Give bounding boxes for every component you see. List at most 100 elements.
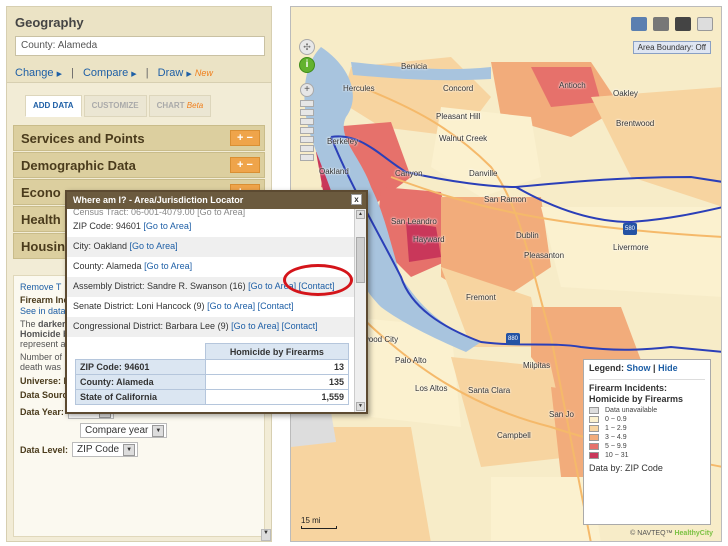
mail-icon[interactable]	[697, 17, 713, 31]
compare-year-row: Compare year ▼	[76, 423, 258, 438]
copyright-text: © NAVTEQ™	[630, 530, 673, 537]
place-label: Danville	[469, 169, 498, 178]
zip-region	[291, 412, 336, 447]
separator: |	[71, 67, 74, 79]
tab-customize[interactable]: CUSTOMIZE	[83, 95, 147, 117]
tab-label: CHART	[156, 101, 185, 110]
list-item: Census Tract: 06-001-4079.00 [Go to Area…	[73, 209, 246, 217]
place-label: Benicia	[401, 62, 428, 71]
place-label: Santa Clara	[468, 386, 511, 395]
interstate-shield-icon: 580	[623, 223, 637, 235]
table-row: County: Alameda 135	[75, 374, 350, 390]
data-year-label: Data Year:	[20, 406, 64, 417]
share-icon[interactable]	[631, 17, 647, 31]
zoom-level-step[interactable]	[300, 127, 314, 134]
separator: |	[653, 363, 656, 373]
tab-add-data[interactable]: ADD DATA	[25, 95, 82, 117]
zoom-level-step[interactable]	[300, 154, 314, 161]
zoom-level-step[interactable]	[300, 118, 314, 125]
go-to-area-link[interactable]: [Go to Area]	[130, 241, 178, 251]
draw-label: Draw	[157, 67, 184, 79]
place-label: Canyon	[395, 169, 423, 178]
place-label: Hayward	[413, 235, 445, 244]
draw-link[interactable]: Draw ▶ New	[158, 67, 213, 79]
jurisdiction-text: Senate District: Loni Hancock (9)	[73, 301, 205, 311]
jurisdiction-text: City: Oakland	[73, 241, 128, 251]
triangle-right-icon: ▶	[186, 71, 192, 78]
table-row: State of California 1,559	[75, 389, 350, 405]
place-label: wood City	[363, 335, 399, 344]
zoom-level-step[interactable]	[300, 136, 314, 143]
print-icon[interactable]	[653, 17, 669, 31]
legend-swatch	[589, 425, 599, 432]
area-boundary-toggle[interactable]: Area Boundary: Off	[632, 41, 711, 54]
legend-show-link[interactable]: Show	[627, 363, 651, 373]
zoom-level-step[interactable]	[300, 145, 314, 152]
triangle-right-icon: ▶	[56, 71, 62, 78]
scale-bar: 15 mi	[301, 516, 337, 529]
list-item: ZIP Code: 94601 [Go to Area]	[67, 217, 354, 237]
zoom-level-step[interactable]	[300, 100, 314, 107]
compare-link[interactable]: Compare ▶	[83, 67, 137, 79]
expand-collapse-button[interactable]: + −	[230, 130, 260, 146]
scroll-down-arrow[interactable]: ▼	[261, 529, 271, 541]
go-to-area-link[interactable]: [Go to Area]	[207, 301, 255, 311]
geography-title: Geography	[15, 15, 84, 30]
table-header: Homicide by Firearms	[204, 343, 350, 360]
legend-item-label: 1 ~ 2.9	[605, 425, 627, 432]
expand-collapse-button[interactable]: + −	[230, 157, 260, 173]
go-to-area-link[interactable]: [Go to Area]	[144, 261, 192, 271]
chevron-down-icon: ▼	[123, 443, 136, 456]
legend-item: 1 ~ 2.9	[589, 425, 705, 432]
legend-swatch	[589, 443, 599, 450]
geography-header: Geography County: Alameda Change ▶ | Com…	[7, 7, 271, 83]
desc-text: The	[20, 319, 39, 329]
triangle-right-icon: ▶	[131, 71, 137, 78]
legend-title: Firearm Incidents: Homicide by Firearms	[589, 379, 705, 405]
scroll-thumb[interactable]	[356, 237, 365, 283]
compare-year-select[interactable]: Compare year ▼	[80, 423, 168, 438]
section-services-and-points[interactable]: Services and Points + −	[13, 125, 265, 151]
place-label: Brentwood	[616, 119, 655, 128]
data-level-select[interactable]: ZIP Code ▼	[72, 442, 139, 457]
legend-swatch	[589, 452, 599, 459]
popup-scrollbar[interactable]: ▲ ▼	[354, 209, 366, 412]
pan-control-icon[interactable]: ✣	[299, 39, 315, 55]
geography-actions: Change ▶ | Compare ▶ | Draw ▶ New	[15, 67, 263, 79]
scroll-up-arrow[interactable]: ▲	[356, 210, 365, 219]
save-icon[interactable]	[675, 17, 691, 31]
tab-chart[interactable]: CHART Beta	[148, 95, 212, 117]
contact-link[interactable]: [Contact]	[258, 301, 294, 311]
section-demographic-data[interactable]: Demographic Data + −	[13, 152, 265, 178]
data-level-row: Data Level: ZIP Code ▼	[20, 442, 258, 457]
geography-input[interactable]: County: Alameda	[15, 36, 265, 56]
list-item: Senate District: Loni Hancock (9) [Go to…	[67, 297, 354, 317]
place-label: Pleasanton	[524, 251, 565, 260]
section-label: Econo	[21, 184, 61, 200]
jurisdiction-text: Congressional District: Barbara Lee (9)	[73, 321, 229, 331]
compare-label: Compare	[82, 67, 129, 79]
legend-hide-link[interactable]: Hide	[658, 363, 678, 373]
scroll-down-arrow[interactable]: ▼	[356, 402, 365, 411]
go-to-area-link[interactable]: [Go to Area]	[231, 321, 279, 331]
zoom-in-icon[interactable]: +	[300, 83, 314, 97]
table-row: ZIP Code: 94601 13	[75, 359, 350, 375]
zoom-level-step[interactable]	[300, 109, 314, 116]
close-icon[interactable]: x	[351, 194, 362, 205]
jurisdiction-text: County: Alameda	[73, 261, 142, 271]
contact-link[interactable]: [Contact]	[282, 321, 318, 331]
legend-swatch	[589, 434, 599, 441]
change-label: Change	[15, 67, 54, 79]
legend-items: Data unavailable 0 ~ 0.9 1 ~ 2.9 3 ~ 4.9 5 ~…	[589, 407, 705, 459]
table-header-empty	[76, 344, 206, 360]
legend-item: 10 ~ 31	[589, 452, 705, 459]
place-label: Oakley	[613, 89, 638, 98]
info-icon[interactable]: i	[299, 57, 315, 73]
desc-text: death was	[20, 362, 62, 372]
table-cell-label: ZIP Code: 94601	[75, 359, 206, 375]
change-link[interactable]: Change ▶	[15, 67, 62, 79]
go-to-area-link[interactable]: [Go to Area]	[143, 221, 191, 231]
place-label: Concord	[443, 84, 474, 93]
zip-region	[591, 87, 721, 207]
zoom-slider[interactable]: +	[300, 83, 314, 163]
